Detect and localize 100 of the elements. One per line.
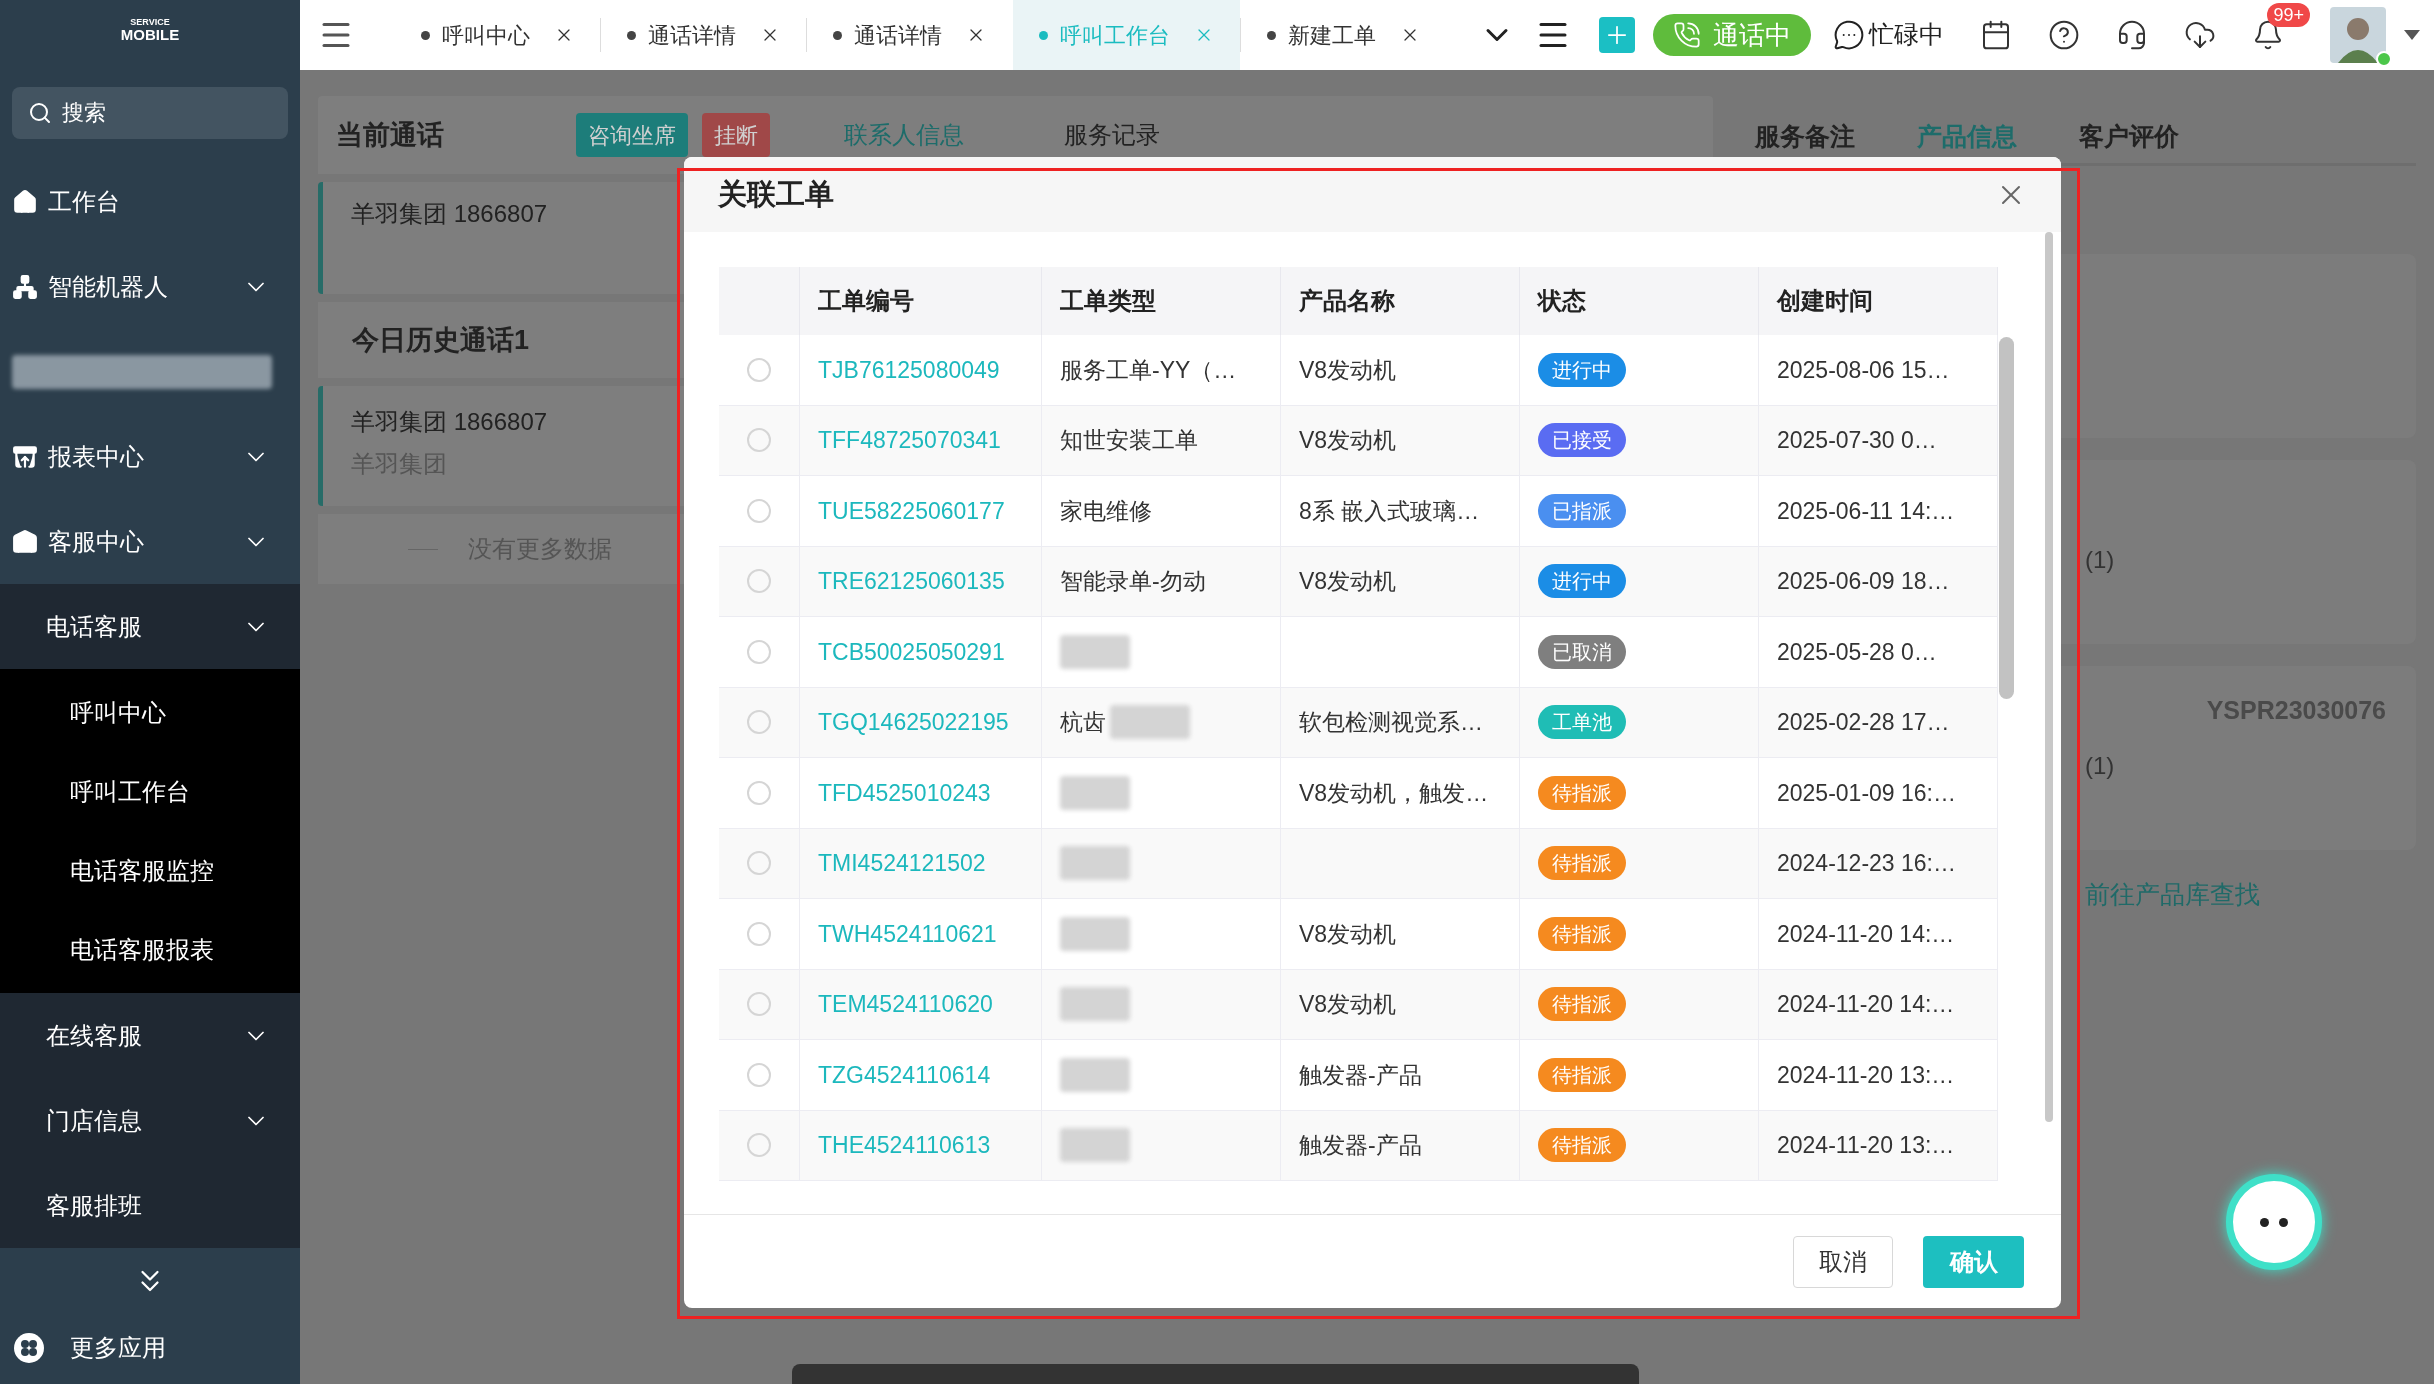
order-number-link[interactable]: TWH4524110621: [818, 916, 997, 951]
order-number-link[interactable]: TFD4525010243: [818, 775, 991, 810]
table-cell-text: 2024-11-20 13:…: [1777, 1131, 1955, 1160]
page-tab[interactable]: 呼叫工作台: [1013, 0, 1240, 70]
confirm-button[interactable]: 确认: [1923, 1235, 2024, 1288]
status-badge: 已指派: [1538, 493, 1626, 528]
table-cell-text: 2025-05-28 0…: [1777, 637, 1937, 667]
dialog-title: 关联工单: [718, 176, 835, 212]
sidebar-item[interactable]: 工作台: [0, 159, 300, 244]
column-header: 创建时间: [1777, 286, 1873, 316]
table-cell-text: V8发动机: [1299, 426, 1397, 455]
table-cell-text: 2025-08-06 15…: [1777, 355, 1950, 385]
sidebar-item[interactable]: 客服排班: [0, 1163, 300, 1248]
bell-icon[interactable]: [2252, 19, 2284, 51]
order-number-link[interactable]: TMI4524121502: [818, 846, 986, 881]
sidebar-item[interactable]: 智能机器人: [0, 244, 300, 329]
order-number-link[interactable]: TCB50025050291: [818, 634, 1005, 669]
table-cell-text: V8发动机，触发…: [1299, 778, 1489, 808]
search-field[interactable]: 搜索: [12, 87, 288, 139]
row-radio[interactable]: [747, 498, 771, 523]
status-badge: 进行中: [1538, 352, 1626, 387]
page-tab[interactable]: 新建工单: [1241, 0, 1446, 70]
order-number-link[interactable]: TGQ14625022195: [818, 705, 1009, 740]
sidebar-item[interactable]: 客服中心: [0, 499, 300, 584]
table-cell-text: 8系 嵌入式玻璃…: [1299, 496, 1480, 526]
panel-tab[interactable]: 服务记录: [1064, 117, 1160, 153]
detail-tab[interactable]: 客户评价: [2079, 117, 2179, 155]
avatar[interactable]: [2330, 7, 2386, 63]
agent-status[interactable]: 忙碌中: [1833, 16, 1944, 54]
table-cell-text: 触发器-产品: [1299, 1060, 1422, 1090]
sidebar-subitem[interactable]: 呼叫工作台: [0, 752, 300, 831]
order-number-link[interactable]: TZG4524110614: [818, 1057, 991, 1092]
headset-icon[interactable]: [2116, 19, 2148, 51]
table-cell-text: 2025-06-11 14:…: [1777, 496, 1955, 526]
status-badge: 已取消: [1538, 634, 1626, 669]
status-badge: 待指派: [1538, 987, 1626, 1022]
table-cell-text: 2024-11-20 14:…: [1777, 919, 1955, 949]
table-cell-text: 2025-06-09 18…: [1777, 567, 1950, 596]
order-number-link[interactable]: TUE58225060177: [818, 493, 1005, 528]
status-badge: 工单池: [1538, 705, 1626, 740]
panel-title: 当前通话: [336, 118, 445, 152]
more-apps-link[interactable]: 更多应用: [70, 1330, 166, 1366]
sidebar-item[interactable]: 在线客服: [0, 993, 300, 1078]
house-icon: [12, 528, 38, 555]
table-cell-text: 2024-12-23 16:…: [1777, 849, 1956, 878]
chat-icon: [1833, 19, 1865, 51]
table-cell-text: 知世安装工单: [1060, 426, 1198, 455]
page-tab[interactable]: 通话详情: [807, 0, 1012, 70]
calendar-icon[interactable]: [1980, 19, 2012, 51]
cloud-download-icon[interactable]: [2184, 19, 2216, 51]
page-tab[interactable]: 通话详情: [601, 0, 806, 70]
row-radio[interactable]: [747, 357, 771, 382]
call-action-button[interactable]: 咨询坐席: [576, 113, 688, 157]
row-radio[interactable]: [747, 710, 771, 735]
history-call: 羊羽集团 1866807: [351, 407, 548, 437]
table-cell-text: 2024-11-20 14:…: [1777, 990, 1955, 1019]
search-icon: [28, 101, 52, 125]
add-button[interactable]: [1599, 17, 1635, 53]
chat-bot-button[interactable]: [2226, 1174, 2322, 1270]
order-number-link[interactable]: TRE62125060135: [818, 564, 1005, 599]
call-action-button[interactable]: 挂断: [702, 113, 770, 157]
caret-down-icon[interactable]: [2404, 30, 2420, 40]
archive-icon: [12, 443, 38, 470]
table-cell-text: 杭齿: [1060, 708, 1106, 737]
table-cell-text: V8发动机: [1299, 919, 1397, 949]
order-number-link[interactable]: TEM4524110620: [818, 987, 993, 1022]
row-radio[interactable]: [747, 569, 771, 594]
row-radio[interactable]: [747, 428, 771, 453]
table-cell-text: 软包检测视觉系…: [1299, 708, 1483, 737]
home-icon: [12, 188, 38, 215]
table-cell-text: 2024-11-20 13:…: [1777, 1060, 1955, 1090]
order-number-link[interactable]: TFF48725070341: [818, 423, 1001, 458]
product-count: (1): [2085, 545, 2115, 575]
sidebar-subitem[interactable]: 电话客服报表: [0, 910, 300, 989]
product-count: (1): [2085, 751, 2115, 781]
detail-tab[interactable]: 服务备注: [1755, 117, 1855, 155]
table-cell-text: V8发动机: [1299, 567, 1397, 596]
dialog-scrollbar[interactable]: [2045, 232, 2053, 1122]
table-cell-text: 2025-01-09 16:…: [1777, 778, 1956, 808]
sidebar-subitem[interactable]: 呼叫中心: [0, 673, 300, 752]
apps-icon[interactable]: [14, 1333, 44, 1363]
sidebar-item[interactable]: 门店信息: [0, 1078, 300, 1163]
row-radio[interactable]: [747, 992, 771, 1017]
row-radio[interactable]: [747, 1062, 771, 1087]
order-number-link[interactable]: THE4524110613: [818, 1128, 991, 1163]
call-status-button[interactable]: 通话中: [1653, 14, 1811, 56]
sidebar-item[interactable]: 电话客服: [0, 584, 300, 669]
table-scrollbar[interactable]: [1999, 337, 2014, 699]
help-icon[interactable]: [2048, 19, 2080, 51]
page-tab[interactable]: 呼叫中心: [395, 0, 600, 70]
row-radio[interactable]: [747, 851, 771, 876]
sidebar-subitem[interactable]: 电话客服监控: [0, 831, 300, 910]
logo: SERVICE MOBILE: [120, 18, 180, 42]
row-radio[interactable]: [747, 639, 771, 664]
row-radio[interactable]: [747, 1133, 771, 1158]
sidebar-item[interactable]: 报表中心: [0, 414, 300, 499]
row-radio[interactable]: [747, 921, 771, 946]
cancel-button[interactable]: 取消: [1793, 1235, 1893, 1288]
table-cell-text: 家电维修: [1060, 496, 1152, 526]
row-radio[interactable]: [747, 780, 771, 805]
